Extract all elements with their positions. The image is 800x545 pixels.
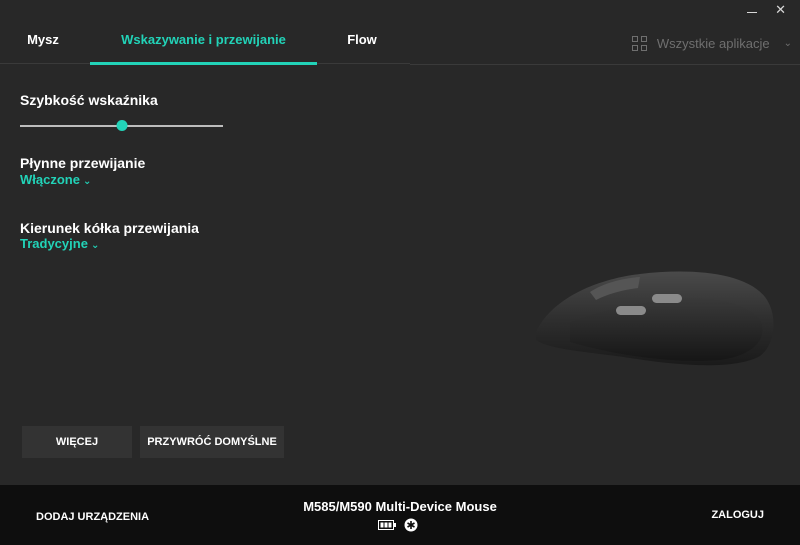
tab-label: Flow bbox=[347, 32, 377, 47]
minimize-icon[interactable] bbox=[747, 11, 758, 13]
slider-thumb[interactable] bbox=[116, 120, 127, 131]
pointer-speed-label: Szybkość wskaźnika bbox=[20, 92, 158, 108]
device-status bbox=[378, 518, 418, 532]
smooth-scroll-label: Płynne przewijanie bbox=[20, 155, 146, 171]
chevron-down-icon: ⌄ bbox=[82, 176, 92, 187]
tab-label: Wskazywanie i przewijanie bbox=[121, 32, 286, 47]
tab-bar: Mysz Wskazywanie i przewijanie Flow bbox=[0, 24, 410, 65]
chevron-down-icon: ⌄ bbox=[90, 240, 100, 251]
scroll-direction-value: Tradycyjne bbox=[20, 236, 88, 251]
scroll-direction-dropdown[interactable]: Tradycyjne ⌄ bbox=[20, 236, 99, 251]
device-name[interactable]: M585/M590 Multi-Device Mouse bbox=[0, 499, 800, 514]
pointer-speed-slider[interactable] bbox=[20, 120, 223, 131]
grid-icon bbox=[631, 36, 647, 51]
restore-defaults-button[interactable]: PRZYWRÓĆ DOMYŚLNE bbox=[140, 426, 284, 458]
close-icon[interactable]: ✕ bbox=[775, 3, 786, 16]
all-apps-label: Wszystkie aplikacje bbox=[656, 36, 770, 51]
footer-bar: DODAJ URZĄDZENIA M585/M590 Multi-Device … bbox=[0, 485, 800, 545]
all-apps-selector[interactable]: Wszystkie aplikacje ⌄ bbox=[631, 36, 792, 51]
battery-icon bbox=[378, 520, 396, 530]
scroll-direction-label: Kierunek kółka przewijania bbox=[20, 220, 199, 236]
active-tab-indicator bbox=[90, 62, 317, 65]
window-controls: ✕ bbox=[747, 3, 786, 16]
mouse-image bbox=[536, 271, 774, 366]
more-button[interactable]: WIĘCEJ bbox=[22, 426, 132, 458]
login-button[interactable]: ZALOGUJ bbox=[711, 509, 764, 521]
chevron-down-icon: ⌄ bbox=[783, 38, 792, 49]
tab-mysz[interactable]: Mysz bbox=[0, 24, 86, 64]
smooth-scroll-value: Włączone bbox=[20, 172, 80, 187]
tab-pointing-scrolling[interactable]: Wskazywanie i przewijanie bbox=[90, 24, 317, 65]
tab-flow[interactable]: Flow bbox=[320, 24, 404, 64]
header-divider bbox=[410, 64, 800, 65]
receiver-icon bbox=[404, 518, 418, 532]
smooth-scroll-dropdown[interactable]: Włączone ⌄ bbox=[20, 172, 91, 187]
tab-label: Mysz bbox=[27, 32, 59, 47]
